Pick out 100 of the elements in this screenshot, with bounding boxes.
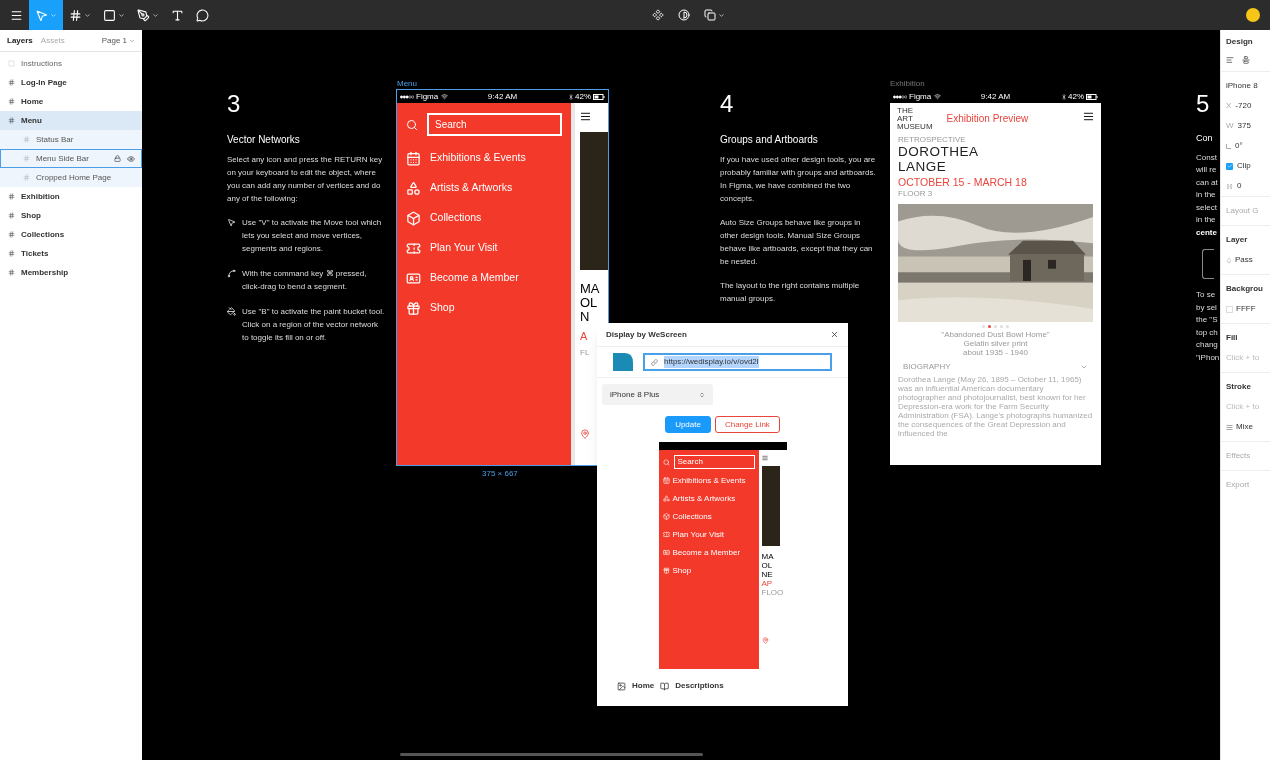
hamburger-icon[interactable] (1083, 111, 1094, 122)
layer-name: Home (21, 95, 44, 108)
shapes-icon (662, 495, 670, 502)
hash-icon (8, 212, 15, 219)
layer-row[interactable]: Menu Side Bar (0, 149, 142, 168)
layer-row[interactable]: Log-In Page (0, 73, 142, 92)
menu-item[interactable]: Artists & Artworks (406, 178, 562, 198)
layer-row[interactable]: Collections (0, 225, 142, 244)
menu-item[interactable]: Plan Your Visit (406, 238, 562, 258)
paragraph-line: "iPhon (1196, 351, 1220, 364)
avatar[interactable] (1246, 8, 1260, 22)
horizontal-scrollbar[interactable] (400, 753, 703, 756)
step-title: Vector Networks (227, 133, 301, 147)
align-center-icon[interactable] (1242, 56, 1250, 64)
paragraph-line: cente (1196, 226, 1218, 239)
screen-title: Exhibition Preview (946, 112, 1029, 126)
layer-row[interactable]: Home (0, 92, 142, 111)
number-field[interactable]: 0 (1226, 180, 1270, 192)
color-swatch[interactable] (1226, 305, 1233, 313)
lock-icon[interactable] (114, 155, 121, 162)
page-dropdown[interactable]: Page 1 (101, 34, 135, 47)
menu-item[interactable]: Collections (662, 510, 755, 523)
layer-row[interactable]: Menu (0, 111, 142, 130)
layer-name: Exhibition (21, 190, 60, 203)
canvas[interactable] (142, 30, 1220, 760)
spacing-icon (1226, 183, 1233, 189)
number-field[interactable]: X -720 (1226, 100, 1270, 112)
menu-item[interactable]: Exhibitions & Events (662, 474, 755, 487)
number-field[interactable]: W 375 (1226, 120, 1270, 132)
search-icon (662, 458, 670, 466)
layer-row[interactable]: Instructions (0, 54, 142, 73)
layer-row[interactable]: Shop (0, 206, 142, 225)
cube-icon (406, 210, 421, 226)
caption-text: Gelatin silver print (963, 339, 1028, 348)
carrier-name: Figma (909, 90, 932, 103)
close-button[interactable] (830, 330, 839, 339)
menu-item[interactable]: Exhibitions & Events (406, 148, 562, 168)
map-pin-icon (580, 428, 590, 439)
footer-tab[interactable]: Descriptions (660, 680, 724, 692)
caret-icon (129, 37, 135, 44)
eye-icon[interactable] (127, 154, 135, 163)
logo-text: THE (897, 107, 914, 115)
panel-tab[interactable]: Design (1226, 36, 1270, 48)
search-field[interactable]: Search (427, 113, 562, 136)
panel-tab[interactable]: Layers (7, 34, 33, 47)
exhibition-title: DOROTHEA (898, 144, 980, 159)
pointer-icon (227, 218, 236, 227)
url-field[interactable]: https://wedisplay.io/v/ovd2l (643, 353, 832, 371)
menu-item[interactable]: Become a Member (406, 268, 562, 288)
hash-icon (23, 174, 30, 181)
search-field[interactable]: Search (673, 455, 755, 469)
layer-row[interactable]: Exhibition (0, 187, 142, 206)
property-value[interactable]: FFFF (1236, 303, 1256, 315)
menu-item[interactable]: Shop (406, 298, 562, 318)
biography-text: Dorothea Lange (May 26, 1895 – October 11, 1965) was an influential American documentary photographer and photojournalist, best known for her Depression-era work for the Farm Security Administration (FSA). Lange's photographs humanized the consequences of the Great Depression and influenced the (897, 375, 1094, 438)
menu-item[interactable]: Artists & Artworks (662, 492, 755, 505)
wifi-icon (441, 93, 449, 100)
menu-item[interactable]: Become a Member (662, 546, 755, 559)
align-left-icon[interactable] (1226, 56, 1234, 64)
checkbox[interactable] (1226, 162, 1233, 170)
property-value[interactable]: Mixe (1236, 421, 1253, 433)
hamburger-icon[interactable] (580, 111, 591, 122)
property-value[interactable]: Pass (1235, 254, 1253, 266)
paragraph-line: To se (1196, 289, 1217, 301)
cropped-text: N (580, 310, 591, 324)
cube-icon (662, 513, 670, 520)
overlap-squares-icon (704, 9, 716, 21)
calendar-icon (662, 477, 670, 484)
book-icon (660, 681, 670, 691)
component-button[interactable] (650, 9, 666, 21)
layer-row[interactable]: Cropped Home Page (0, 168, 142, 187)
frame-preset[interactable]: iPhone 8 (1226, 80, 1270, 92)
calendar-icon (406, 150, 421, 166)
menu-item[interactable]: Plan Your Visit (662, 528, 755, 541)
frame-label[interactable]: Menu (397, 78, 417, 90)
menu-item[interactable]: Collections (406, 208, 562, 228)
device-select[interactable]: iPhone 8 Plus (602, 384, 713, 405)
tip-text: With the command key ⌘ pressed, click-drag to bend a segment. (242, 268, 368, 293)
hash-icon (8, 250, 15, 257)
hash-icon (8, 269, 15, 276)
layer-row[interactable]: Status Bar (0, 130, 142, 149)
footer-tab[interactable]: Home (617, 680, 655, 692)
paragraph-line: can at (1196, 176, 1219, 189)
hash-icon (23, 155, 30, 162)
wifi-icon (934, 93, 942, 100)
speech-bubble-icon (196, 8, 209, 22)
menu-item[interactable]: Shop (662, 564, 755, 577)
change-link-button[interactable]: Change Link (714, 416, 780, 433)
layer-row[interactable]: Membership (0, 263, 142, 282)
mask-button[interactable] (676, 9, 692, 21)
stroke-weight-icon (1226, 423, 1233, 431)
frame-label[interactable]: Exhibition (890, 78, 925, 90)
layer-name: Log-In Page (21, 76, 67, 89)
layer-name: Membership (21, 266, 69, 279)
layer-row[interactable]: Tickets (0, 244, 142, 263)
phone-frame[interactable] (890, 90, 1101, 465)
paragraph-line: by sel (1196, 301, 1218, 314)
pointer-icon (35, 8, 48, 22)
boolean-button[interactable] (702, 9, 727, 21)
number-field[interactable]: 0° (1226, 140, 1270, 152)
